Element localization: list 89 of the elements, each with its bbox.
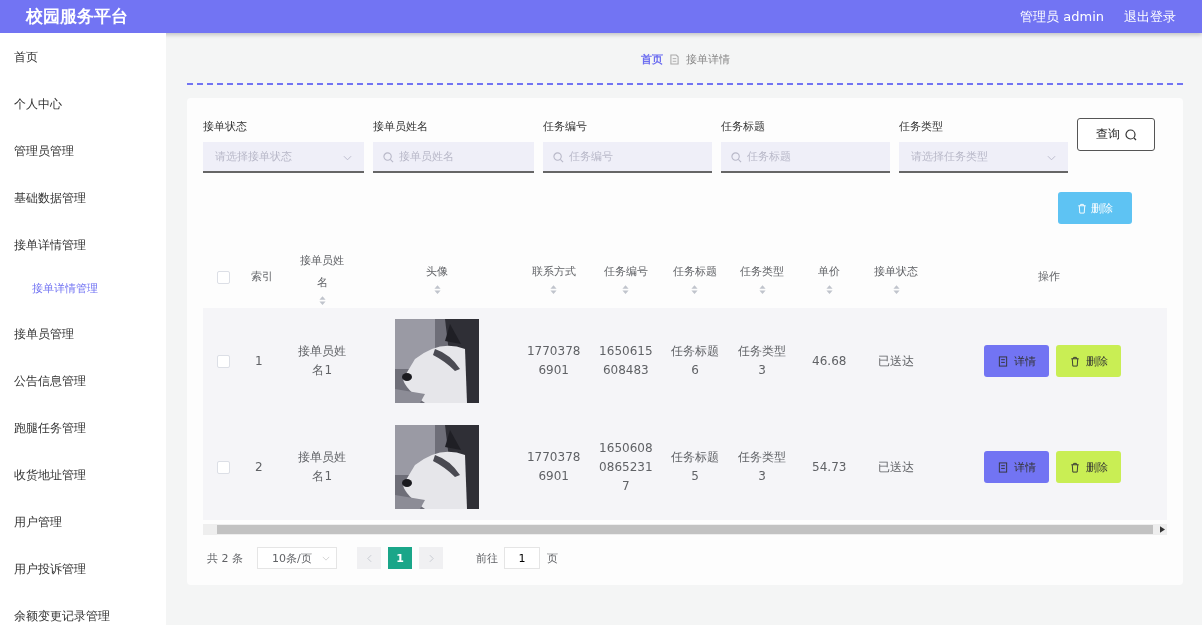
table-cell: 2	[255, 459, 263, 474]
logout-link[interactable]: 退出登录	[1124, 7, 1176, 26]
breadcrumb-link[interactable]: 首页	[640, 51, 663, 67]
table-cell: 已送达	[878, 353, 915, 368]
detail-button[interactable]: 详情	[984, 345, 1049, 377]
column-header[interactable]: 任务类型	[740, 260, 785, 283]
select-all-checkbox[interactable]	[216, 270, 230, 284]
table-cell: 54.73	[812, 459, 847, 474]
sidebar-item[interactable]: 个人中心	[0, 93, 166, 140]
column-header[interactable]: 任务编号	[603, 260, 648, 283]
sidebar-item[interactable]: 跑腿任务管理	[0, 417, 166, 464]
sort-icon[interactable]	[622, 284, 630, 294]
sidebar-item[interactable]: 用户投诉管理	[0, 558, 166, 605]
user-label: 管理员 admin	[1020, 7, 1104, 26]
sort-icon[interactable]	[892, 284, 900, 294]
table-cell: 接单员姓名1	[298, 344, 347, 377]
scroll-right-icon[interactable]	[1160, 526, 1165, 533]
site-title: 校园服务平台	[26, 5, 128, 28]
filter-label: 接单状态	[203, 120, 248, 135]
search-icon	[383, 152, 394, 163]
delete-button[interactable]: 删除	[1056, 345, 1121, 377]
chevron-left-icon	[366, 553, 372, 563]
sidebar-item[interactable]: 余额变更记录管理	[0, 605, 166, 625]
document-icon	[997, 355, 1008, 367]
detail-button[interactable]: 详情	[984, 451, 1049, 483]
sidebar-item[interactable]: 公告信息管理	[0, 370, 166, 417]
trash-icon	[1077, 202, 1087, 214]
table-cell: 165060808652317	[599, 440, 653, 493]
table-cell: 任务标题6	[670, 344, 719, 377]
table-cell: 17703786901	[526, 344, 581, 377]
search-icon	[731, 152, 742, 163]
sort-icon[interactable]	[758, 284, 766, 294]
trash-icon	[1069, 355, 1080, 367]
next-page-button[interactable]	[419, 547, 443, 569]
query-button[interactable]: 查询	[1077, 118, 1155, 151]
filter-label: 接单员姓名	[373, 120, 429, 135]
sidebar-item[interactable]: 用户管理	[0, 511, 166, 558]
table-cell: 已送达	[878, 459, 915, 474]
row-checkbox[interactable]	[216, 461, 230, 474]
search-icon	[553, 152, 564, 163]
total-count: 共 2 条	[207, 550, 243, 566]
filter-label: 任务标题	[721, 120, 766, 135]
table-cell: 任务类型3	[738, 450, 787, 483]
document-icon	[997, 461, 1008, 473]
previous-page-button[interactable]	[357, 547, 381, 569]
caret-icon	[343, 155, 352, 161]
sidebar-item[interactable]: 接单员管理	[0, 323, 166, 370]
table-cell: 任务标题5	[670, 450, 719, 483]
column-header[interactable]: 联系方式	[531, 260, 576, 283]
delete-button[interactable]: 删除	[1056, 451, 1121, 483]
chevron-right-icon	[428, 553, 434, 563]
table-cell: 46.68	[812, 353, 847, 368]
sidebar-item[interactable]: 接单详情管理	[0, 234, 166, 281]
column-header[interactable]: 索引	[251, 266, 274, 288]
page-size-select[interactable]: 10条/页	[257, 547, 337, 569]
sort-icon[interactable]	[318, 295, 326, 305]
sidebar-item[interactable]: 首页	[0, 46, 166, 93]
table-cell: 接单员姓名1	[298, 450, 347, 483]
sidebar-item[interactable]: 管理员管理	[0, 140, 166, 187]
breadcrumb-current: 接单详情	[685, 51, 730, 67]
column-header[interactable]: 操作	[1037, 266, 1060, 288]
table-cell: 1	[255, 353, 263, 368]
row-checkbox[interactable]	[216, 355, 230, 368]
caret-icon	[322, 555, 330, 561]
table-cell: 任务类型3	[738, 344, 787, 377]
sort-icon[interactable]	[691, 284, 699, 294]
goto-label: 前往	[476, 550, 498, 566]
column-header[interactable]: 单价	[818, 260, 841, 283]
column-header[interactable]: 任务标题	[672, 260, 717, 283]
trash-icon	[1069, 461, 1080, 473]
caret-icon	[1047, 155, 1056, 161]
sidebar-subitem[interactable]: 接单详情管理	[0, 278, 166, 323]
page-input[interactable]: 1	[504, 547, 540, 569]
column-header[interactable]: 头像	[426, 260, 449, 283]
sort-icon[interactable]	[550, 284, 558, 294]
table-cell: 1650615608483	[599, 344, 653, 377]
column-header[interactable]: 接单状态	[874, 260, 919, 283]
sidebar-item[interactable]: 收货地址管理	[0, 464, 166, 511]
filter-label: 任务类型	[899, 120, 944, 135]
table-cell: 17703786901	[526, 450, 581, 483]
sidebar-item[interactable]: 基础数据管理	[0, 187, 166, 234]
page-suffix: 页	[547, 550, 558, 566]
column-header[interactable]: 接单员姓名	[295, 249, 350, 294]
filter-label: 任务编号	[543, 120, 588, 135]
horizontal-scrollbar[interactable]	[203, 524, 1167, 535]
sort-icon[interactable]	[433, 284, 441, 294]
sort-icon[interactable]	[825, 284, 833, 294]
search-icon	[1124, 128, 1137, 141]
document-icon	[669, 53, 679, 65]
